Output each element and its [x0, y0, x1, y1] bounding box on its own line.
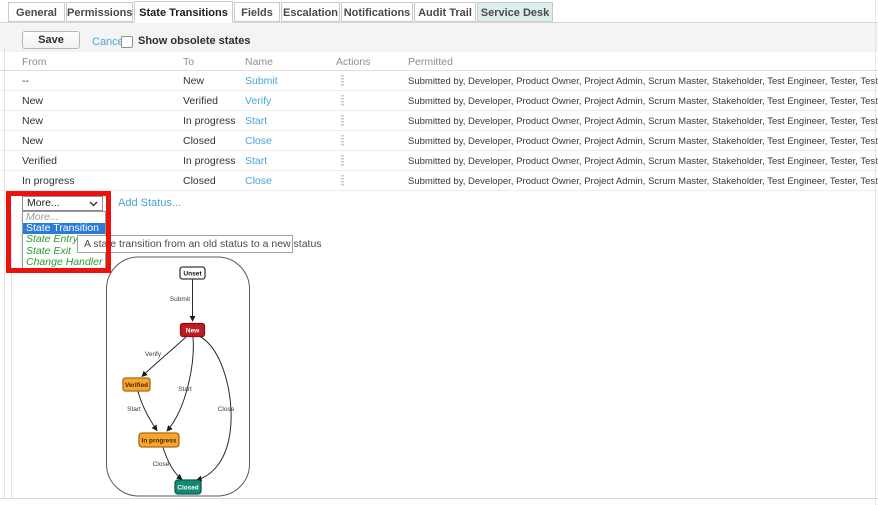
diagram-node-new[interactable]: New	[181, 324, 205, 337]
tab-general[interactable]: General	[8, 2, 65, 22]
tab-service-desk[interactable]: Service Desk	[477, 2, 553, 22]
transition-name-link[interactable]: Verify	[245, 95, 271, 107]
tab-notifications[interactable]: Notifications	[341, 2, 413, 22]
cell-to: Closed	[183, 135, 216, 147]
cell-permitted: Submitted by, Developer, Product Owner, …	[408, 176, 878, 187]
cell-permitted: Submitted by, Developer, Product Owner, …	[408, 96, 878, 107]
workflow-diagram: Submit Verify Start Close Start Close Un…	[60, 250, 260, 499]
table-row: New Verified Verify Submitted by, Develo…	[0, 91, 878, 111]
cell-to: Closed	[183, 175, 216, 187]
row-actions-icon[interactable]	[341, 115, 344, 126]
transition-name-link[interactable]: Close	[245, 135, 272, 147]
panel-right-border	[875, 0, 876, 505]
svg-text:In progress: In progress	[142, 438, 177, 445]
add-status-link[interactable]: Add Status...	[118, 197, 181, 209]
row-actions-icon[interactable]	[341, 95, 344, 106]
transition-name-link[interactable]: Start	[245, 155, 267, 167]
svg-text:Verified: Verified	[125, 382, 148, 389]
svg-text:Closed: Closed	[177, 485, 198, 492]
column-header-to: To	[183, 56, 194, 68]
show-obsolete-label: Show obsolete states	[138, 35, 250, 47]
cell-from: --	[22, 75, 29, 87]
edge-label-verify: Verify	[145, 351, 162, 358]
show-obsolete-checkbox[interactable]	[121, 36, 133, 48]
cell-permitted: Submitted by, Developer, Product Owner, …	[408, 116, 878, 127]
tab-permissions[interactable]: Permissions	[66, 2, 133, 22]
cell-permitted: Submitted by, Developer, Product Owner, …	[408, 76, 878, 87]
table-row: In progress Closed Close Submitted by, D…	[0, 171, 878, 191]
diagram-container-border	[107, 257, 250, 496]
table-row: Verified In progress Start Submitted by,…	[0, 151, 878, 171]
edge-label-submit: Submit	[170, 296, 190, 303]
cell-permitted: Submitted by, Developer, Product Owner, …	[408, 136, 878, 147]
row-actions-icon[interactable]	[341, 135, 344, 146]
svg-text:New: New	[186, 328, 200, 335]
cell-from: New	[22, 95, 43, 107]
tab-audit-trail[interactable]: Audit Trail	[414, 2, 476, 22]
diagram-node-in-progress[interactable]: In progress	[139, 433, 179, 447]
panel-left-border	[4, 48, 5, 498]
edge-label-close1: Close	[218, 406, 235, 413]
row-actions-icon[interactable]	[341, 155, 344, 166]
cell-permitted: Submitted by, Developer, Product Owner, …	[408, 156, 878, 167]
save-button[interactable]: Save	[22, 31, 80, 49]
column-header-permitted: Permitted	[408, 56, 453, 68]
table-row: -- New Submit Submitted by, Developer, P…	[0, 71, 878, 91]
transition-name-link[interactable]: Close	[245, 175, 272, 187]
row-actions-icon[interactable]	[341, 175, 344, 186]
diagram-node-closed[interactable]: Closed	[175, 480, 201, 494]
table-row: New In progress Start Submitted by, Deve…	[0, 111, 878, 131]
workflow-editor-window: General Permissions State Transitions Fi…	[0, 0, 878, 505]
cell-from: Verified	[22, 155, 57, 167]
cell-from: New	[22, 115, 43, 127]
edge-label-close2: Close	[153, 461, 170, 468]
edge-label-start2: Start	[127, 406, 141, 413]
column-header-from: From	[22, 56, 47, 68]
cell-to: New	[183, 75, 204, 87]
diagram-node-unset[interactable]: Unset	[180, 267, 205, 279]
column-header-actions: Actions	[336, 56, 370, 68]
edge-label-start1: Start	[178, 386, 192, 393]
transition-name-link[interactable]: Submit	[245, 75, 278, 87]
tab-escalation[interactable]: Escalation	[281, 2, 340, 22]
transition-name-link[interactable]: Start	[245, 115, 267, 127]
annotation-highlight-box	[6, 191, 111, 273]
cell-from: New	[22, 135, 43, 147]
table-row: New Closed Close Submitted by, Developer…	[0, 131, 878, 151]
column-header-name: Name	[245, 56, 273, 68]
tab-bar: General Permissions State Transitions Fi…	[8, 2, 554, 23]
cell-to: In progress	[183, 155, 236, 167]
cell-to: In progress	[183, 115, 236, 127]
row-actions-icon[interactable]	[341, 75, 344, 86]
cell-to: Verified	[183, 95, 218, 107]
tab-fields[interactable]: Fields	[234, 2, 280, 22]
cell-from: In progress	[22, 175, 75, 187]
tab-state-transitions[interactable]: State Transitions	[134, 1, 233, 23]
table-header: From To Name Actions Permitted	[0, 53, 878, 71]
svg-text:Unset: Unset	[183, 271, 202, 278]
diagram-node-verified[interactable]: Verified	[123, 378, 150, 391]
